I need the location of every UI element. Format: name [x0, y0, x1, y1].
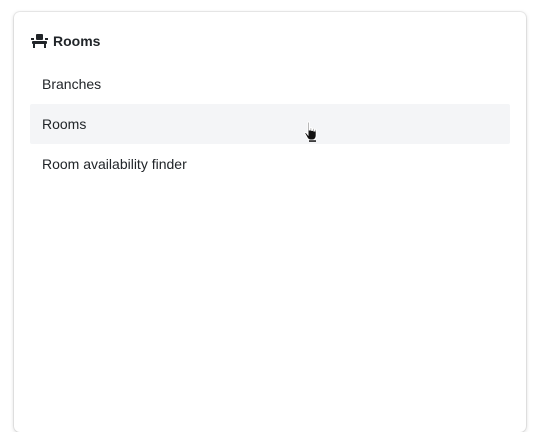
menu-item-label: Room availability finder: [42, 156, 187, 172]
menu-item-room-availability-finder[interactable]: Room availability finder: [30, 144, 510, 184]
menu-item-label: Branches: [42, 76, 102, 92]
menu-item-label: Rooms: [42, 116, 87, 132]
card-title: Rooms: [53, 33, 101, 49]
rooms-card: Rooms Branches Rooms Room availability f…: [14, 12, 526, 432]
couch-icon: [31, 33, 48, 49]
card-header: Rooms: [31, 31, 100, 51]
menu-item-branches[interactable]: Branches: [30, 64, 510, 104]
menu-item-rooms[interactable]: Rooms: [30, 104, 510, 144]
rooms-menu: Branches Rooms Room availability finder: [30, 64, 510, 184]
